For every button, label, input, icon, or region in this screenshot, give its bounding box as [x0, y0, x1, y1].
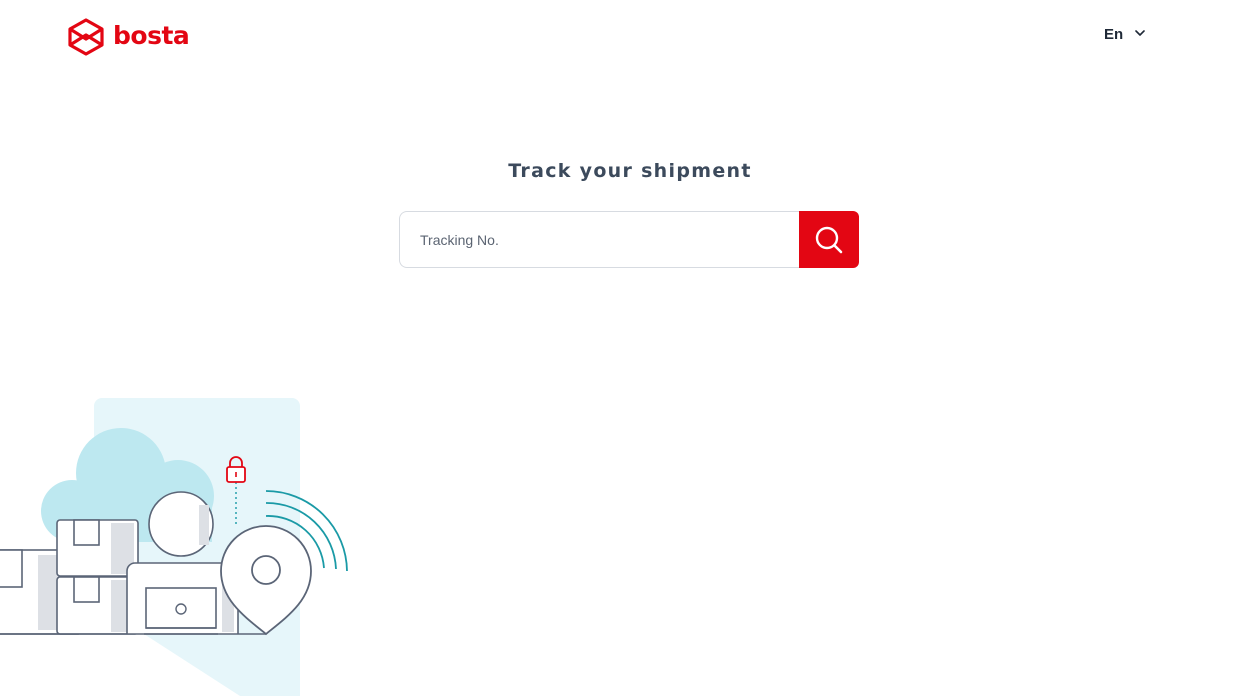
- tracking-number-input[interactable]: [399, 211, 799, 268]
- search-button[interactable]: [799, 211, 859, 268]
- language-selector[interactable]: En: [1104, 26, 1145, 43]
- bosta-logo[interactable]: bosta: [67, 18, 190, 56]
- search-icon: [815, 226, 843, 253]
- tracking-illustration: [0, 398, 348, 696]
- page-title: Track your shipment: [508, 160, 752, 182]
- tracking-search: [399, 211, 859, 268]
- brand-name: bosta: [113, 21, 190, 50]
- chevron-down-icon: [1135, 30, 1145, 36]
- bosta-box-logo-icon: [68, 18, 104, 56]
- language-label: En: [1104, 26, 1124, 43]
- tracking-page: bosta En Track your shipment: [0, 0, 1260, 696]
